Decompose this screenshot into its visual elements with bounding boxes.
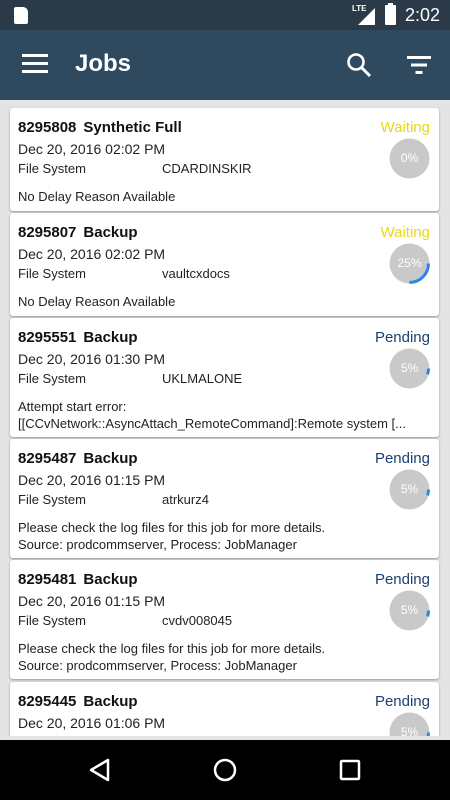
reason-line: Attempt start error: <box>18 399 127 414</box>
job-type: Backup <box>83 571 138 588</box>
job-title: 8295807 Backup <box>18 224 138 241</box>
job-title: 8295445 Backup <box>18 693 138 710</box>
job-title: 8295551 Backup <box>18 329 138 346</box>
job-id: 8295807 <box>18 224 77 241</box>
job-type: Backup <box>83 329 138 346</box>
job-agent: File System <box>18 161 86 176</box>
progress-label: 5% <box>400 603 419 617</box>
job-card[interactable]: 8295551 Backup Dec 20, 2016 01:30 PM File S… <box>10 318 439 437</box>
reason-line: Please check the log files for this job … <box>18 520 326 535</box>
job-type: Backup <box>83 224 138 241</box>
job-progress: 5% <box>389 469 430 510</box>
job-type: Backup <box>83 693 138 710</box>
job-agent: File System <box>18 613 86 628</box>
job-start-time: Dec 20, 2016 02:02 PM <box>18 141 166 157</box>
job-start-time: Dec 20, 2016 01:15 PM <box>18 593 166 609</box>
progress-label: 5% <box>400 482 419 496</box>
job-title: 8295481 Backup <box>18 571 138 588</box>
job-delay-reason: No Delay Reason Available <box>18 293 430 310</box>
reason-line: Please check the log files for this job … <box>18 641 326 656</box>
job-client: vaultcxdocs <box>162 266 230 281</box>
job-card[interactable]: 8295807 Backup Dec 20, 2016 02:02 PM File S… <box>10 213 439 316</box>
reason-line: Source: prodcommserver, Process: JobMana… <box>18 537 297 552</box>
job-delay-reason: Please check the log files for this job … <box>18 640 430 674</box>
job-start-time: Dec 20, 2016 01:30 PM <box>18 351 166 367</box>
job-client: atrkurz4 <box>162 492 209 507</box>
filter-icon[interactable] <box>406 54 432 76</box>
job-id: 8295808 <box>18 119 77 136</box>
job-card[interactable]: 8295487 Backup Dec 20, 2016 01:15 PM File S… <box>10 439 439 558</box>
job-start-time: Dec 20, 2016 01:06 PM <box>18 715 166 731</box>
job-title: 8295487 Backup <box>18 450 138 467</box>
clock: 2:02 <box>405 5 441 25</box>
signal-icon <box>358 8 375 25</box>
job-status: Pending <box>374 329 430 346</box>
jobs-list[interactable]: 8295808 Synthetic Full Dec 20, 2016 02:02 … <box>0 100 450 736</box>
job-client: CDARDINSKIR <box>162 161 252 176</box>
job-status: Waiting <box>380 224 430 241</box>
reason-line: No Delay Reason Available <box>18 189 176 204</box>
job-id: 8295481 <box>18 571 77 588</box>
reason-line: No Delay Reason Available <box>18 294 176 309</box>
job-type: Backup <box>83 450 138 467</box>
progress-label: 0% <box>400 151 419 165</box>
job-progress: 0% <box>389 138 430 179</box>
job-progress: 5% <box>389 348 430 389</box>
job-title: 8295808 Synthetic Full <box>18 119 182 136</box>
job-card[interactable]: 8295481 Backup Dec 20, 2016 01:15 PM File S… <box>10 560 439 679</box>
job-id: 8295487 <box>18 450 77 467</box>
job-client: UKLMALONE <box>162 371 243 386</box>
job-delay-reason: Attempt start error:[[CCvNetwork::AsyncA… <box>18 398 430 432</box>
job-type: Synthetic Full <box>83 119 182 136</box>
app-bar: Jobs <box>0 30 450 100</box>
progress-label: 25% <box>397 256 422 270</box>
home-icon[interactable] <box>211 756 239 784</box>
reason-line: [[CCvNetwork::AsyncAttach_RemoteCommand]… <box>18 416 406 431</box>
search-icon[interactable] <box>346 52 372 78</box>
job-status: Pending <box>374 571 430 588</box>
job-agent: File System <box>18 371 86 386</box>
sd-card-icon <box>14 7 28 24</box>
reason-line: Source: prodcommserver, Process: JobMana… <box>18 658 297 673</box>
job-agent: File System <box>18 492 86 507</box>
job-status: Waiting <box>380 119 430 136</box>
back-icon[interactable] <box>86 756 114 784</box>
job-start-time: Dec 20, 2016 01:15 PM <box>18 472 166 488</box>
job-card[interactable]: 8295808 Synthetic Full Dec 20, 2016 02:02 … <box>10 108 439 211</box>
progress-label: 5% <box>400 725 419 736</box>
job-progress: 25% <box>389 243 430 284</box>
menu-icon[interactable] <box>22 54 48 74</box>
job-client: cvdv008045 <box>162 613 233 628</box>
recents-icon[interactable] <box>336 756 364 784</box>
job-id: 8295445 <box>18 693 77 710</box>
job-start-time: Dec 20, 2016 02:02 PM <box>18 246 166 262</box>
job-card[interactable]: 8295445 Backup Dec 20, 2016 01:06 PM Pendin… <box>10 682 439 736</box>
job-delay-reason: No Delay Reason Available <box>18 188 430 205</box>
job-id: 8295551 <box>18 329 77 346</box>
progress-label: 5% <box>400 361 419 375</box>
job-progress: 5% <box>389 590 430 631</box>
job-agent: File System <box>18 266 86 281</box>
navigation-bar <box>0 740 450 800</box>
job-progress: 5% <box>389 712 430 736</box>
status-bar: LTE 2:02 <box>0 0 450 30</box>
job-delay-reason: Please check the log files for this job … <box>18 519 430 553</box>
battery-icon <box>385 3 396 25</box>
job-status: Pending <box>374 450 430 467</box>
page-title: Jobs <box>75 50 132 77</box>
job-status: Pending <box>374 693 430 710</box>
